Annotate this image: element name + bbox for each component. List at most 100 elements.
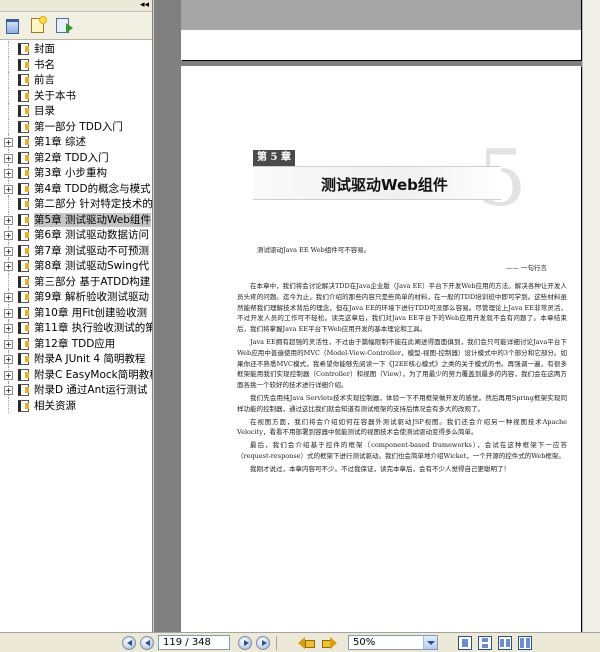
first-page-button[interactable] (122, 636, 136, 650)
facing-pages-icon[interactable] (498, 636, 512, 650)
bookmark-label: 第一部分 TDD入门 (34, 120, 123, 133)
single-page-icon[interactable] (458, 636, 472, 650)
bookmark-icon (18, 89, 29, 102)
tree-line (8, 56, 9, 72)
vertical-scrollbar[interactable] (582, 0, 600, 632)
paragraph: Java EE拥有超强的灵活性，不过由于篇幅限制不能在此阐述得面面俱到，我们会只… (237, 337, 567, 390)
epigraph-author: —— 一句行言 (505, 264, 547, 272)
bookmark-label: 第11章 执行验收测试的策 (34, 322, 152, 334)
bookmark-item[interactable]: + 第9章 解析验收测试驱动 (0, 289, 152, 305)
bookmark-item[interactable]: 第二部分 针对特定技术的 (0, 196, 152, 212)
bookmark-label: 第3章 小步重构 (34, 167, 108, 179)
bookmark-item[interactable]: + 附录A JUnit 4 简明教程 (0, 351, 152, 367)
bookmark-label: 第二部分 针对特定技术的 (34, 198, 152, 210)
bookmark-label: 第7章 测试驱动不可预测 (34, 244, 150, 257)
bookmark-item[interactable]: 书名 (0, 56, 152, 72)
epigraph: 测试驱动Java EE Web组件可不容易。 (257, 246, 371, 254)
bookmark-item[interactable]: + 第10章 用Fit创建验收测 (0, 304, 152, 320)
bookmark-item[interactable]: + 第1章 综述 (0, 134, 152, 150)
last-page-button[interactable] (256, 636, 270, 650)
bookmark-icon (18, 120, 29, 133)
continuous-page-icon[interactable] (478, 636, 492, 650)
chevron-down-icon[interactable] (423, 636, 437, 649)
bookmark-label: 书名 (34, 58, 55, 71)
expand-icon[interactable]: + (4, 324, 13, 333)
expand-icon[interactable]: + (4, 184, 13, 194)
bookmark-label: 目录 (34, 105, 55, 117)
expand-icon[interactable]: + (4, 231, 13, 240)
bookmark-label: 第12章 TDD应用 (34, 337, 116, 350)
bookmark-icon (18, 322, 29, 334)
tree-line (8, 273, 9, 289)
new-bookmark-icon[interactable] (31, 16, 47, 33)
bookmark-item[interactable]: + 第2章 TDD入门 (0, 149, 152, 165)
bookmark-icon (18, 291, 29, 303)
bookmark-label: 第9章 解析验收测试驱动 (34, 291, 150, 303)
bookmark-icon (18, 74, 29, 86)
continuous-facing-icon[interactable] (518, 636, 532, 650)
bookmark-item[interactable]: + 第3章 小步重构 (0, 165, 152, 181)
bookmark-tree: 封面 书名 前言 关于本书 目录 第一部分 TDD入门 + 第1章 综述 + 第2章 TDD入门 +… (0, 41, 152, 632)
expand-icon[interactable]: + (4, 293, 13, 302)
bookmark-label: 第1章 综述 (34, 136, 87, 148)
bookmark-item[interactable]: + 第8章 测试驱动Swing代 (0, 258, 152, 274)
bookmark-icon (18, 182, 29, 195)
next-page-button[interactable] (238, 636, 252, 650)
collapse-panel-icon[interactable]: ◂◂ (140, 0, 149, 11)
bookmark-icon (18, 337, 29, 350)
bookmark-item[interactable]: + 第12章 TDD应用 (0, 335, 152, 351)
bookmark-icon (18, 244, 29, 257)
chapter-title: 测试驱动Web组件 (321, 176, 448, 194)
bookmarks-panel: ◂◂ 封面书名 前言 关于本书目录第一部分 TDD入门 + 第1章 综述 + 第2章 TDD… (0, 0, 153, 632)
expand-icon[interactable]: + (4, 138, 13, 147)
bookmark-item[interactable]: + 第6章 测试驱动数据访问 (0, 227, 152, 243)
expand-icon[interactable]: + (4, 246, 13, 256)
bookmark-item[interactable]: 第三部分 基于ATDD构建 (0, 273, 152, 289)
bookmark-label: 封面 (34, 43, 55, 55)
bookmark-properties-icon[interactable] (56, 18, 73, 33)
bookmark-icon (18, 399, 29, 412)
bookmark-item[interactable]: + 第5章 测试驱动Web组件 (0, 211, 152, 227)
bookmark-item[interactable]: 相关资源 (0, 397, 152, 413)
bookmark-item[interactable]: + 附录C EasyMock简明教程 (0, 366, 152, 382)
expand-icon[interactable]: + (4, 215, 13, 225)
bookmark-item[interactable]: 封面 (0, 41, 152, 57)
expand-icon[interactable]: + (4, 339, 13, 349)
panel-header: ◂◂ (0, 0, 152, 12)
zoom-select[interactable]: 50% (348, 635, 438, 650)
bookmark-item[interactable]: 第一部分 TDD入门 (0, 118, 152, 134)
bookmark-item[interactable]: + 第4章 TDD的概念与模式 (0, 180, 152, 196)
back-arrow-icon[interactable] (298, 636, 316, 650)
bookmark-item[interactable]: + 第7章 测试驱动不可预测 (0, 242, 152, 258)
previous-page (181, 0, 581, 60)
bookmark-icon (18, 213, 29, 226)
expand-icon[interactable]: + (4, 169, 13, 178)
bookmark-item[interactable]: 目录 (0, 103, 152, 119)
tree-line (8, 103, 9, 119)
expand-icon[interactable]: + (4, 355, 13, 364)
bookmark-label: 附录A JUnit 4 简明教程 (34, 353, 146, 365)
bookmark-item[interactable]: + 第11章 执行验收测试的策 (0, 320, 152, 336)
bookmark-label: 第10章 用Fit创建验收测 (34, 306, 148, 319)
document-viewport[interactable]: 5 第 5 章 测试驱动Web组件 测试驱动Java EE Web组件可不容易。… (154, 0, 600, 632)
bookmark-item[interactable]: 关于本书 (0, 87, 152, 103)
expand-icon[interactable]: + (4, 386, 13, 395)
expand-icon[interactable]: + (4, 153, 13, 163)
expand-icon[interactable]: + (4, 262, 13, 271)
page-number-field[interactable]: 119 / 348 (158, 635, 230, 650)
bookmark-icon (18, 151, 29, 164)
forward-arrow-icon[interactable] (320, 636, 338, 650)
expand-icon[interactable]: + (4, 308, 13, 318)
bookmark-icon (18, 384, 29, 396)
current-page: 5 第 5 章 测试驱动Web组件 测试驱动Java EE Web组件可不容易。… (181, 66, 581, 632)
bookmark-icon (18, 105, 29, 117)
trash-icon[interactable] (6, 19, 19, 34)
bookmark-item[interactable]: + 附录D 通过Ant运行测试 (0, 382, 152, 398)
bookmark-item[interactable]: 前言 (0, 72, 152, 88)
expand-icon[interactable]: + (4, 370, 13, 380)
previous-page-button[interactable] (140, 636, 154, 650)
bookmark-icon (18, 136, 29, 148)
toolbar-separator (276, 636, 277, 650)
tree-line (8, 72, 9, 88)
bookmark-icon (18, 353, 29, 365)
